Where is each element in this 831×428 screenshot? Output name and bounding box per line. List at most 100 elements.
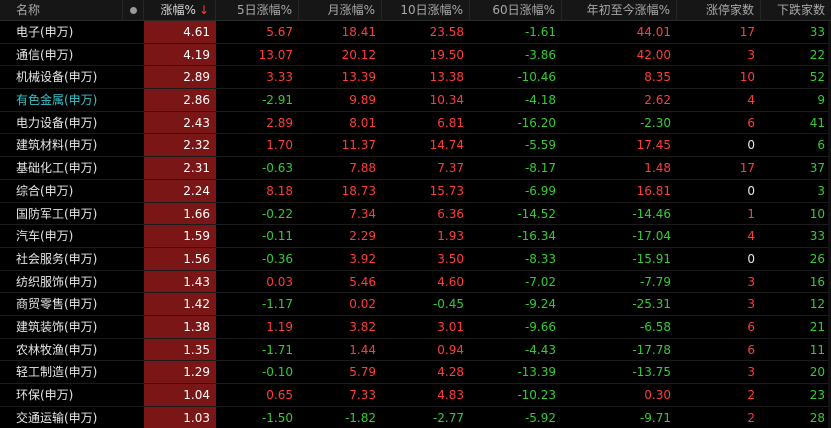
cell-ytd: -25.31 bbox=[632, 297, 671, 312]
cell-10d: -2.77 bbox=[432, 410, 464, 425]
cell-month: 11.37 bbox=[341, 138, 376, 153]
table-row[interactable]: 商贸零售(申万) 1.42 -1.17 0.02 -0.45 -9.24 -25.31 3 12 bbox=[0, 293, 831, 316]
cell-ytd: 0.30 bbox=[644, 388, 671, 402]
cell-5d: 1.19 bbox=[266, 319, 293, 334]
table-row[interactable]: 建筑装饰(申万) 1.38 1.19 3.82 3.01 -9.66 -6.58 6 21 bbox=[0, 315, 831, 339]
cell-5d: -1.50 bbox=[261, 410, 293, 425]
cell-sector-name: 建筑装饰(申万) bbox=[16, 319, 98, 334]
cell-60d: -10.23 bbox=[517, 388, 556, 402]
cell-5d: -0.22 bbox=[261, 206, 293, 221]
cell-limit-up: 3 bbox=[747, 47, 755, 62]
cell-ytd: 16.81 bbox=[636, 183, 671, 198]
table-row[interactable]: 电力设备(申万) 2.43 2.89 8.01 6.81 -16.20 -2.30 6 41 bbox=[0, 111, 831, 135]
cell-60d: -9.24 bbox=[524, 297, 556, 312]
table-row[interactable]: 基础化工(申万) 2.31 -0.63 7.88 7.37 -8.17 1.48 17 37 bbox=[0, 157, 831, 180]
cell-5d: 0.03 bbox=[266, 274, 293, 289]
cell-limit-up: 6 bbox=[747, 319, 755, 334]
table-row[interactable]: 农林牧渔(申万) 1.35 -1.71 1.44 0.94 -4.43 -17.78 6 11 bbox=[0, 338, 831, 362]
cell-limit-up: 10 bbox=[739, 70, 755, 85]
cell-ytd: 44.01 bbox=[636, 25, 671, 39]
table-row[interactable]: 通信(申万) 4.19 13.07 20.12 19.50 -3.86 42.00 3 22 bbox=[0, 43, 831, 67]
cell-ytd: -14.46 bbox=[632, 206, 671, 221]
table-row[interactable]: 综合(申万) 2.24 8.18 18.73 15.73 -6.99 16.81 0 3 bbox=[0, 179, 831, 203]
cell-sector-name: 电子(申万) bbox=[16, 25, 74, 39]
table-row[interactable]: 汽车(申万) 1.59 -0.11 2.29 1.93 -16.34 -17.04 4 33 bbox=[0, 225, 831, 248]
table-row[interactable]: 国防军工(申万) 1.66 -0.22 7.34 6.36 -14.52 -14.46 1 10 bbox=[0, 202, 831, 226]
cell-month: 7.33 bbox=[349, 388, 376, 402]
column-header-marker[interactable] bbox=[123, 0, 144, 20]
column-header-60d[interactable]: 60日涨幅% bbox=[470, 0, 562, 20]
cell-5d: -1.71 bbox=[261, 342, 293, 357]
table-row[interactable]: 建筑材料(申万) 2.32 1.70 11.37 14.74 -5.59 17.45 0 6 bbox=[0, 134, 831, 158]
cell-60d: -8.33 bbox=[524, 251, 556, 266]
cell-limit-up: 3 bbox=[747, 365, 755, 380]
cell-5d: 0.65 bbox=[266, 388, 293, 402]
cell-5d: -0.11 bbox=[261, 229, 293, 244]
column-header-name[interactable]: 名称 bbox=[0, 0, 123, 20]
cell-60d: -5.59 bbox=[524, 138, 556, 153]
cell-5d: 13.07 bbox=[258, 47, 293, 62]
cell-sector-name: 基础化工(申万) bbox=[16, 161, 98, 176]
cell-10d: 1.93 bbox=[437, 229, 464, 244]
cell-ytd: -17.78 bbox=[632, 342, 671, 357]
table-row[interactable]: 交通运输(申万) 1.03 -1.50 -1.82 -2.77 -5.92 -9.71 2 28 bbox=[0, 406, 831, 428]
cell-60d: -10.46 bbox=[517, 70, 556, 85]
column-header-month[interactable]: 月涨幅% bbox=[299, 0, 382, 20]
cell-10d: 23.58 bbox=[429, 25, 464, 39]
table-header: 名称 涨幅% ↓ 5日涨幅% 月涨幅% 10日涨幅% 60日涨幅% 年初至今涨幅%… bbox=[0, 0, 831, 21]
cell-marker bbox=[123, 361, 144, 383]
column-header-ytd[interactable]: 年初至今涨幅% bbox=[562, 0, 677, 20]
cell-limit-up: 17 bbox=[739, 25, 755, 39]
cell-ytd: 8.35 bbox=[644, 70, 671, 85]
cell-marker bbox=[123, 384, 144, 406]
table-body: 电子(申万) 4.61 5.67 18.41 23.58 -1.61 44.01 17 33 通信… bbox=[0, 21, 831, 428]
cell-limit-up: 6 bbox=[747, 342, 755, 357]
cell-limit-up: 0 bbox=[747, 251, 755, 266]
table-row[interactable]: 社会服务(申万) 1.56 -0.36 3.92 3.50 -8.33 -15.91 0 26 bbox=[0, 247, 831, 271]
table-row[interactable]: 有色金属(申万) 2.86 -2.91 9.89 10.34 -4.18 2.62 4 9 bbox=[0, 89, 831, 112]
cell-60d: -16.20 bbox=[517, 115, 556, 130]
cell-change: 1.56 bbox=[144, 247, 216, 270]
table-row[interactable]: 机械设备(申万) 2.89 3.33 13.39 13.38 -10.46 8.35 10 52 bbox=[0, 66, 831, 90]
column-header-decliners[interactable]: 下跌家数 bbox=[761, 0, 831, 20]
sector-quote-table: 名称 涨幅% ↓ 5日涨幅% 月涨幅% 10日涨幅% 60日涨幅% 年初至今涨幅%… bbox=[0, 0, 831, 428]
cell-5d: -1.17 bbox=[261, 297, 293, 312]
cell-10d: 3.01 bbox=[437, 319, 464, 334]
cell-10d: 7.37 bbox=[437, 161, 464, 176]
cell-month: 0.02 bbox=[349, 297, 376, 312]
cell-decliners: 21 bbox=[809, 319, 825, 334]
cell-5d: -0.63 bbox=[261, 161, 293, 176]
cell-marker bbox=[123, 112, 144, 134]
table-row[interactable]: 纺织服饰(申万) 1.43 0.03 5.46 4.60 -7.02 -7.79 3 16 bbox=[0, 270, 831, 294]
column-header-10d[interactable]: 10日涨幅% bbox=[382, 0, 470, 20]
cell-10d: 13.38 bbox=[429, 70, 464, 85]
cell-decliners: 22 bbox=[809, 47, 825, 62]
cell-sector-name: 汽车(申万) bbox=[16, 229, 74, 244]
column-header-5d[interactable]: 5日涨幅% bbox=[216, 0, 299, 20]
cell-marker bbox=[123, 203, 144, 225]
cell-5d: -0.36 bbox=[261, 251, 293, 266]
cell-decliners: 6 bbox=[817, 138, 825, 153]
cell-60d: -9.66 bbox=[524, 319, 556, 334]
table-row[interactable]: 轻工制造(申万) 1.29 -0.10 5.79 4.28 -13.39 -13.75 3 20 bbox=[0, 361, 831, 384]
cell-sector-name: 电力设备(申万) bbox=[16, 115, 98, 130]
cell-limit-up: 6 bbox=[747, 115, 755, 130]
column-header-change-label: 涨幅% bbox=[160, 3, 196, 17]
table-row[interactable]: 电子(申万) 4.61 5.67 18.41 23.58 -1.61 44.01 17 33 bbox=[0, 21, 831, 44]
cell-change: 2.89 bbox=[144, 66, 216, 89]
table-row[interactable]: 环保(申万) 1.04 0.65 7.33 4.83 -10.23 0.30 2 23 bbox=[0, 384, 831, 407]
cell-month: 5.79 bbox=[349, 365, 376, 380]
cell-month: 2.29 bbox=[349, 229, 376, 244]
column-header-limit-up[interactable]: 涨停家数 bbox=[677, 0, 761, 20]
cell-5d: 8.18 bbox=[266, 183, 293, 198]
cell-60d: -14.52 bbox=[517, 206, 556, 221]
cell-ytd: -6.58 bbox=[639, 319, 671, 334]
cell-decliners: 9 bbox=[817, 93, 825, 108]
cell-change: 1.59 bbox=[144, 225, 216, 247]
cell-decliners: 11 bbox=[809, 342, 825, 357]
cell-sector-name: 社会服务(申万) bbox=[16, 251, 98, 266]
cell-ytd: -9.71 bbox=[639, 410, 671, 425]
cell-change: 1.29 bbox=[144, 361, 216, 383]
cell-sector-name: 纺织服饰(申万) bbox=[16, 274, 98, 289]
column-header-change[interactable]: 涨幅% ↓ bbox=[144, 0, 216, 20]
